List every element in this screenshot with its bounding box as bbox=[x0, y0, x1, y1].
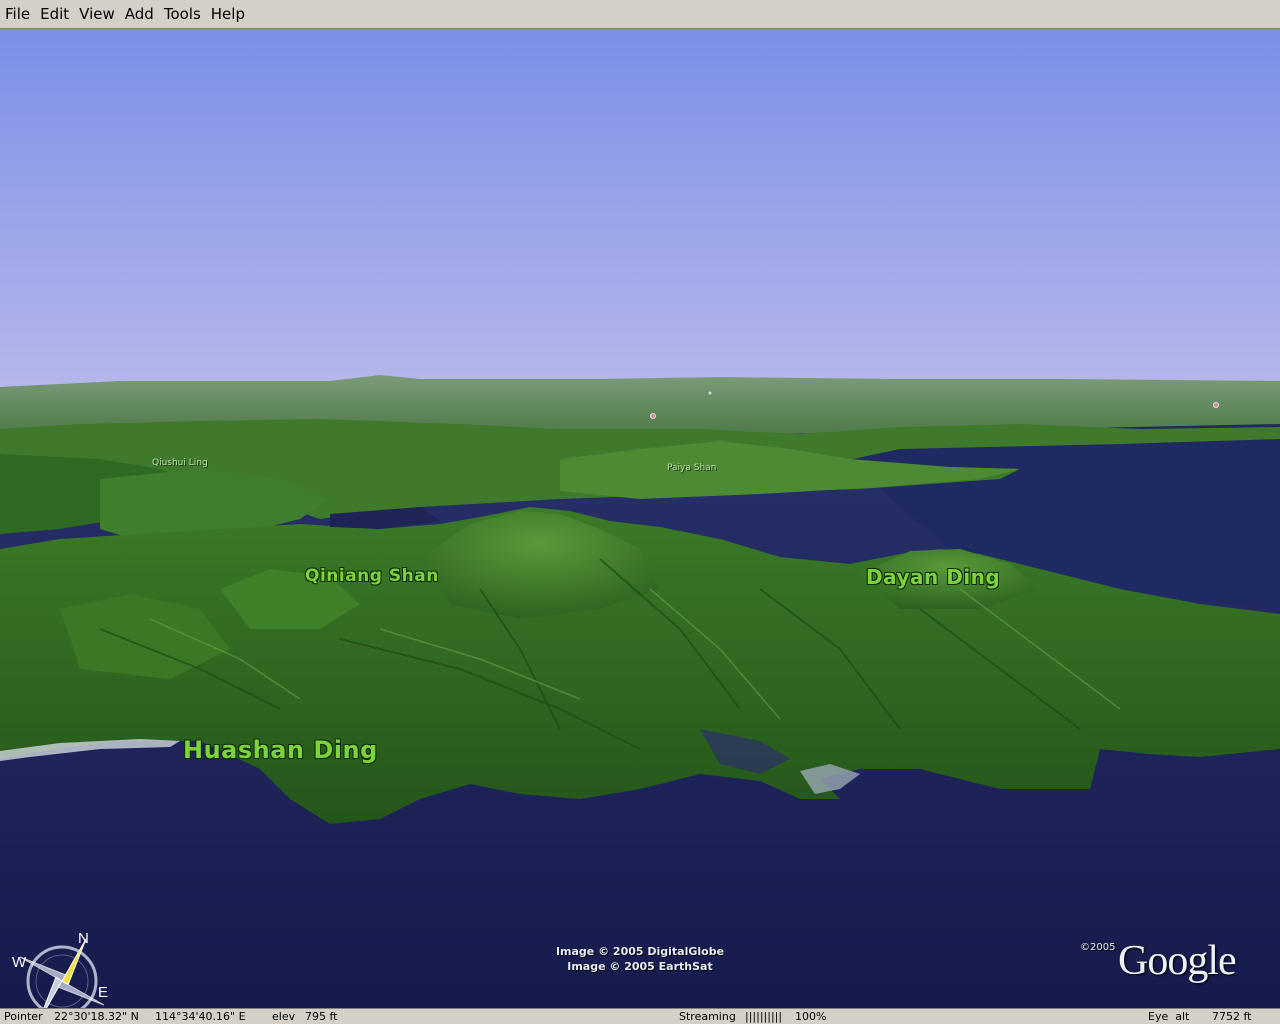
eye-alt-label: Eye alt bbox=[1148, 1010, 1190, 1023]
menu-bar: File Edit View Add Tools Help bbox=[0, 0, 1280, 29]
compass-rose: N E S W bbox=[12, 930, 108, 1008]
imagery-credits: Image © 2005 DigitalGlobe Image © 2005 E… bbox=[530, 944, 750, 974]
menu-view[interactable]: View bbox=[78, 5, 116, 23]
google-logo: Google bbox=[1118, 938, 1237, 984]
credit-line-2: Image © 2005 EarthSat bbox=[567, 960, 713, 973]
credit-line-1: Image © 2005 DigitalGlobe bbox=[555, 945, 725, 958]
elev-value: 795 ft bbox=[305, 1010, 338, 1023]
streaming-label: Streaming bbox=[679, 1010, 736, 1023]
pointer-latitude: 22°30'18.32" N bbox=[54, 1010, 139, 1023]
compass-w: W bbox=[12, 954, 27, 971]
earth-3d-view[interactable]: Qiushui Ling Paiya Shan Qiniang Shan Day… bbox=[0, 29, 1280, 1008]
menu-add[interactable]: Add bbox=[124, 5, 155, 23]
menu-file[interactable]: File bbox=[4, 5, 31, 23]
compass-e: E bbox=[98, 984, 108, 1001]
menu-help[interactable]: Help bbox=[210, 5, 246, 23]
compass-n: N bbox=[78, 930, 89, 947]
menu-tools[interactable]: Tools bbox=[163, 5, 202, 23]
eye-alt-value: 7752 ft bbox=[1212, 1010, 1252, 1023]
sky bbox=[0, 29, 1280, 389]
label-paiya-shan[interactable]: Paiya Shan bbox=[667, 463, 716, 473]
pointer-longitude: 114°34'40.16" E bbox=[155, 1010, 246, 1023]
streaming-percent: 100% bbox=[795, 1010, 827, 1023]
terrain-scene bbox=[0, 29, 1280, 1008]
elev-label: elev bbox=[272, 1010, 296, 1023]
streaming-progress: |||||||||| bbox=[745, 1010, 783, 1023]
compass-icon[interactable]: N E S W bbox=[10, 929, 114, 1008]
pointer-label: Pointer bbox=[4, 1010, 43, 1023]
label-qiushui-ling[interactable]: Qiushui Ling bbox=[152, 458, 208, 468]
menu-edit[interactable]: Edit bbox=[39, 5, 70, 23]
label-qiniang-shan[interactable]: Qiniang Shan bbox=[305, 566, 439, 586]
label-huashan-ding[interactable]: Huashan Ding bbox=[183, 736, 378, 764]
status-bar: Pointer 22°30'18.32" N 114°34'40.16" E e… bbox=[0, 1008, 1280, 1024]
logo-copyright: ©2005 bbox=[1080, 942, 1116, 953]
label-dayan-ding[interactable]: Dayan Ding bbox=[866, 565, 1000, 589]
